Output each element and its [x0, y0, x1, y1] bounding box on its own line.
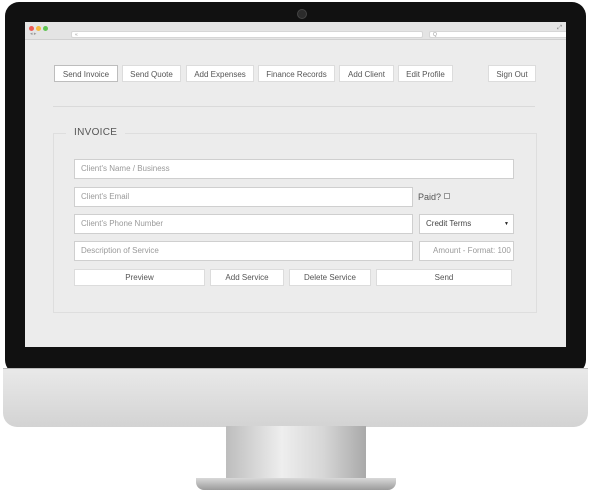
add-service-button[interactable]: Add Service [210, 269, 284, 286]
monitor-chin [3, 368, 588, 427]
sign-out-button[interactable]: Sign Out [488, 65, 536, 82]
preview-button[interactable]: Preview [74, 269, 205, 286]
minimize-window-icon[interactable] [36, 26, 41, 31]
client-name-input[interactable]: Client's Name / Business [74, 159, 514, 179]
fullscreen-icon[interactable]: ⤢ [557, 25, 562, 32]
send-quote-button[interactable]: Send Quote [122, 65, 181, 82]
address-bar[interactable]: « [71, 31, 423, 38]
browser-toolbar: ◂ ▸ « Q ⤢ [25, 22, 566, 40]
amount-input[interactable]: Amount - Format: 100 [419, 241, 514, 261]
client-phone-input[interactable]: Client's Phone Number [74, 214, 413, 234]
monitor-stand-neck [226, 426, 366, 482]
browser-search-bar[interactable]: Q [429, 31, 566, 38]
invoice-legend: INVOICE [66, 126, 126, 139]
delete-service-button[interactable]: Delete Service [289, 269, 371, 286]
maximize-window-icon[interactable] [43, 26, 48, 31]
paid-label: Paid? [418, 192, 442, 202]
add-expenses-button[interactable]: Add Expenses [186, 65, 254, 82]
nav-arrows-icon[interactable]: ◂ ▸ [30, 31, 36, 37]
monitor-frame: ◂ ▸ « Q ⤢ Send Invoice Send Quote Add Ex… [0, 0, 591, 494]
credit-terms-select[interactable]: Credit Terms ▼ [419, 214, 514, 234]
chevron-down-icon: ▼ [504, 221, 509, 227]
client-email-input[interactable]: Client's Email [74, 187, 413, 207]
divider [53, 106, 535, 107]
send-invoice-button[interactable]: Send Invoice [54, 65, 118, 82]
service-description-input[interactable]: Description of Service [74, 241, 413, 261]
add-client-button[interactable]: Add Client [339, 65, 394, 82]
edit-profile-button[interactable]: Edit Profile [398, 65, 453, 82]
monitor-stand-foot [196, 478, 396, 490]
credit-terms-selected-value: Credit Terms [426, 219, 472, 228]
address-bar-icon: « [75, 32, 78, 38]
send-button[interactable]: Send [376, 269, 512, 286]
finance-records-button[interactable]: Finance Records [258, 65, 335, 82]
search-icon: Q [433, 32, 437, 38]
paid-checkbox[interactable] [444, 193, 450, 199]
camera-icon [297, 9, 307, 19]
